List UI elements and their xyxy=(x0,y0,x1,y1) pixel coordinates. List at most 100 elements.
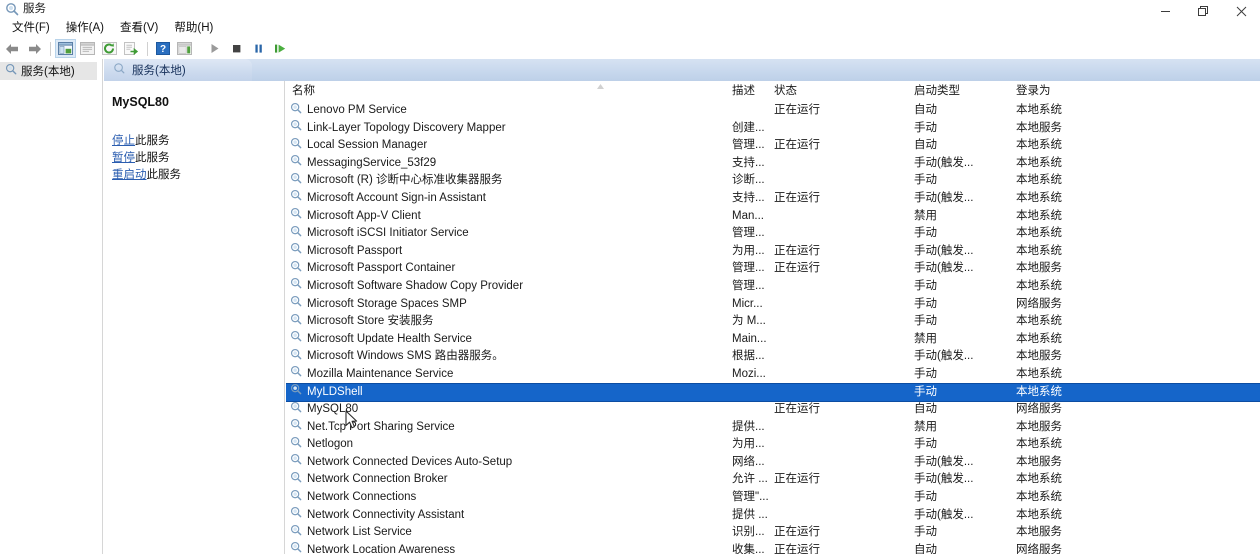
service-name-label: Microsoft Passport Container xyxy=(307,262,456,275)
table-row[interactable]: Mozilla Maintenance Service Mozi... 手动 本地系统 xyxy=(286,366,1260,384)
menu-help[interactable]: 帮助(H) xyxy=(166,20,221,37)
services-icon xyxy=(290,436,302,455)
table-row[interactable]: Microsoft Account Sign-in Assistant 支持...… xyxy=(286,190,1260,208)
service-name-label: Microsoft Passport xyxy=(307,244,403,257)
tab-services-local[interactable]: 服务(本地) xyxy=(104,59,252,81)
cell-startup-type: 手动 xyxy=(914,121,937,134)
table-row[interactable]: Net.Tcp Port Sharing Service 提供... 禁用 本地服务 xyxy=(286,419,1260,437)
cell-description: 为用... xyxy=(732,244,765,257)
table-row[interactable]: Microsoft App-V Client Man... 禁用 本地系统 xyxy=(286,208,1260,226)
table-row[interactable]: Network Location Awareness 收集... 正在运行 自动 网络服… xyxy=(286,542,1260,554)
service-name-label: Lenovo PM Service xyxy=(307,104,407,116)
cell-description: 管理"... xyxy=(732,491,768,504)
table-row[interactable]: Microsoft Update Health Service Main... 禁用… xyxy=(286,331,1260,349)
column-header-startup-type[interactable]: 启动类型 xyxy=(908,81,1010,102)
pause-service-link[interactable]: 暂停此服务 xyxy=(112,150,284,167)
forward-button[interactable] xyxy=(24,39,45,58)
menu-view[interactable]: 查看(V) xyxy=(112,20,166,37)
start-service-button[interactable] xyxy=(204,39,225,58)
cell-startup-type: 手动(触发... xyxy=(914,191,974,204)
service-name-label: Microsoft iSCSI Initiator Service xyxy=(307,227,469,240)
cell-startup-type: 禁用 xyxy=(914,420,937,433)
services-icon xyxy=(290,313,302,332)
export-list-button[interactable] xyxy=(121,39,142,58)
table-row[interactable]: Network List Service 识别... 正在运行 手动 本地服务 xyxy=(286,524,1260,542)
stop-icon xyxy=(233,45,241,53)
cell-log-on-as: 网络服务 xyxy=(1016,297,1062,310)
cell-description: 支持... xyxy=(732,156,765,169)
service-name-label: Microsoft Software Shadow Copy Provider xyxy=(307,279,524,292)
menu-file[interactable]: 文件(F) xyxy=(4,20,58,37)
menu-action[interactable]: 操作(A) xyxy=(58,20,112,37)
table-row[interactable]: MyLDShell 手动 本地系统 xyxy=(286,382,1260,403)
services-icon xyxy=(290,260,302,279)
table-row[interactable]: Microsoft Storage Spaces SMP Micr... 手动 网络服… xyxy=(286,295,1260,314)
table-row[interactable]: Microsoft Passport Container 管理... 正在运行 手动(… xyxy=(286,260,1260,278)
properties-button[interactable] xyxy=(77,39,98,58)
cell-startup-type: 手动 xyxy=(914,279,937,292)
show-action-pane-button[interactable] xyxy=(174,39,195,58)
cell-log-on-as: 本地系统 xyxy=(1016,104,1062,116)
cell-status: 正在运行 xyxy=(774,191,820,204)
table-row[interactable]: Link-Layer Topology Discovery Mapper 创建..… xyxy=(286,120,1260,138)
cell-description: 管理... xyxy=(732,227,765,240)
table-row[interactable]: Microsoft Passport 为用... 正在运行 手动(触发... 本地系统 xyxy=(286,243,1260,261)
service-name-label: Microsoft Windows SMS 路由器服务。 xyxy=(307,350,504,363)
stop-service-button[interactable] xyxy=(226,39,247,58)
panes: MySQL80 停止此服务 暂停此服务 重启动此服务 名称 描述 状态 启动类型… xyxy=(104,81,1260,554)
services-icon xyxy=(290,489,302,508)
tree-item-services-local[interactable]: 服务(本地) xyxy=(0,62,97,80)
table-row[interactable]: Microsoft Windows SMS 路由器服务。 根据... 手动(触发..… xyxy=(286,348,1260,366)
table-row[interactable]: Local Session Manager 管理... 正在运行 自动 本地系统 xyxy=(286,137,1260,155)
column-header-status[interactable]: 状态 xyxy=(768,81,908,102)
table-row[interactable]: Network Connections 管理"... 手动 本地系统 xyxy=(286,489,1260,507)
back-button[interactable] xyxy=(2,39,23,58)
restart-service-button[interactable] xyxy=(270,39,291,58)
pause-service-button[interactable] xyxy=(248,39,269,58)
table-row[interactable]: Microsoft (R) 诊断中心标准收集器服务 诊断... 手动 本地系统 xyxy=(286,172,1260,190)
table-row[interactable]: Netlogon 为用... 手动 本地系统 xyxy=(286,436,1260,454)
services-list-rows[interactable]: Lenovo PM Service 正在运行 自动 本地系统 Link-Layer To… xyxy=(286,102,1260,554)
table-row[interactable]: Microsoft iSCSI Initiator Service 管理... 手动… xyxy=(286,225,1260,243)
table-row[interactable]: Lenovo PM Service 正在运行 自动 本地系统 xyxy=(286,102,1260,120)
cell-service-name: Network Location Awareness xyxy=(286,541,726,554)
cell-description: 管理... xyxy=(732,139,765,152)
table-row[interactable]: Network Connectivity Assistant 提供 ... 手动(触… xyxy=(286,507,1260,525)
refresh-button[interactable] xyxy=(99,39,120,58)
cell-log-on-as: 本地系统 xyxy=(1016,156,1062,169)
services-icon xyxy=(290,418,302,437)
services-icon xyxy=(290,189,302,208)
services-icon xyxy=(290,330,302,349)
table-row[interactable]: Network Connection Broker 允许 ... 正在运行 手动(触发… xyxy=(286,471,1260,489)
cell-log-on-as: 本地服务 xyxy=(1016,420,1062,433)
service-name-label: Link-Layer Topology Discovery Mapper xyxy=(307,121,506,134)
cell-startup-type: 手动 xyxy=(914,526,937,539)
column-header-description[interactable]: 描述 xyxy=(726,81,768,102)
cell-log-on-as: 本地服务 xyxy=(1016,262,1062,275)
show-hide-tree-button[interactable] xyxy=(55,39,76,58)
table-row[interactable]: MySQL80 正在运行 自动 网络服务 xyxy=(286,401,1260,419)
cell-startup-type: 手动(触发... xyxy=(914,156,974,169)
cell-service-name: Local Session Manager xyxy=(286,137,726,156)
table-row[interactable]: MessagingService_53f29 支持... 手动(触发... 本地系统 xyxy=(286,155,1260,173)
cell-startup-type: 手动 xyxy=(914,297,937,310)
table-row[interactable]: Network Connected Devices Auto-Setup 网络..… xyxy=(286,454,1260,472)
cell-description: 管理... xyxy=(732,279,765,292)
table-row[interactable]: Microsoft Store 安装服务 为 M... 手动 本地系统 xyxy=(286,313,1260,331)
cell-startup-type: 手动(触发... xyxy=(914,350,974,363)
cell-startup-type: 手动 xyxy=(914,367,937,380)
services-icon xyxy=(290,471,302,490)
restart-service-link[interactable]: 重启动此服务 xyxy=(112,167,284,184)
cell-log-on-as: 本地服务 xyxy=(1016,121,1062,134)
help-button[interactable]: ? xyxy=(152,39,173,58)
cell-log-on-as: 本地系统 xyxy=(1016,385,1062,398)
cell-service-name: MessagingService_53f29 xyxy=(286,154,726,173)
column-header-name[interactable]: 名称 xyxy=(286,81,726,102)
tab-label: 服务(本地) xyxy=(132,65,186,77)
cell-log-on-as: 本地系统 xyxy=(1016,332,1062,345)
cell-service-name: Microsoft (R) 诊断中心标准收集器服务 xyxy=(286,172,726,191)
table-row[interactable]: Microsoft Software Shadow Copy Provider 管… xyxy=(286,278,1260,296)
cell-description: 创建... xyxy=(732,121,765,134)
stop-service-link[interactable]: 停止此服务 xyxy=(112,133,284,150)
column-header-log-on-as[interactable]: 登录为 xyxy=(1010,81,1120,102)
